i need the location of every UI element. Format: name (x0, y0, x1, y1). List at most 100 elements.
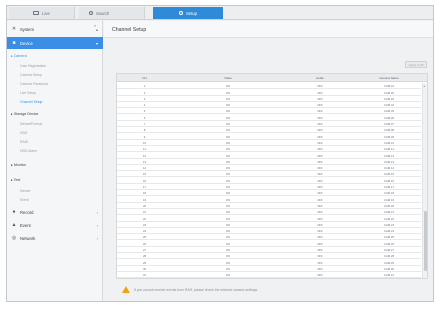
cell-video[interactable]: ON (172, 198, 284, 202)
cell-camera-name[interactable]: CAM 17 (356, 185, 422, 189)
cell-audio[interactable]: OFF (284, 91, 356, 95)
cell-audio[interactable]: OFF (284, 103, 356, 107)
cell-audio[interactable]: OFF (284, 160, 356, 164)
cell-video[interactable]: ON (172, 147, 284, 151)
cell-audio[interactable]: OFF (284, 128, 356, 132)
cell-camera-name[interactable]: CAM 25 (356, 235, 422, 239)
cell-audio[interactable]: OFF (284, 172, 356, 176)
cell-audio[interactable]: OFF (284, 198, 356, 202)
cell-camera-name[interactable]: CAM 02 (356, 91, 422, 95)
cell-video[interactable]: ON (172, 160, 284, 164)
sidebar-sub-cam-registration[interactable]: Cam Registration (20, 64, 46, 68)
sidebar-sub-hdd[interactable]: HDD (20, 131, 27, 135)
sidebar-sub-channel-setup[interactable]: Channel Setup (20, 100, 42, 104)
sidebar-sub-live-setup[interactable]: Live Setup (20, 91, 36, 95)
cell-audio[interactable]: OFF (284, 154, 356, 158)
cell-camera-name[interactable]: CAM 24 (356, 229, 422, 233)
cell-video[interactable]: ON (172, 128, 284, 132)
cell-camera-name[interactable]: CAM 11 (356, 147, 422, 151)
cell-video[interactable]: ON (172, 172, 284, 176)
cell-video[interactable]: ON (172, 191, 284, 195)
cell-video[interactable]: ON (172, 229, 284, 233)
cell-audio[interactable]: OFF (284, 204, 356, 208)
cell-camera-name[interactable]: CAM 29 (356, 261, 422, 265)
cell-camera-name[interactable]: CAM 27 (356, 248, 422, 252)
cell-video[interactable]: ON (172, 242, 284, 246)
sidebar-sub-text-device[interactable]: Device (20, 189, 30, 193)
cell-video[interactable]: ON (172, 261, 284, 265)
tab-search[interactable]: Search (79, 7, 145, 19)
sidebar-group-camera[interactable]: ▸ Camera (11, 54, 27, 58)
sidebar-group-monitor[interactable]: ▸ Monitor (11, 163, 26, 167)
table-scrollbar[interactable]: ▴ (422, 83, 427, 278)
sidebar-item-network[interactable]: ◎ Network › (7, 232, 103, 244)
cell-audio[interactable]: OFF (284, 229, 356, 233)
cell-audio[interactable]: OFF (284, 217, 356, 221)
cell-camera-name[interactable]: CAM 18 (356, 191, 422, 195)
collapse-icon[interactable]: « (94, 23, 96, 28)
cell-camera-name[interactable]: CAM 15 (356, 172, 422, 176)
apply-to-all-button[interactable]: Apply to All (405, 61, 427, 68)
cell-audio[interactable]: OFF (284, 109, 356, 113)
sidebar-group-text[interactable]: ▸ Text (11, 178, 20, 182)
cell-audio[interactable]: OFF (284, 210, 356, 214)
cell-camera-name[interactable]: CAM 31 (356, 273, 422, 277)
cell-audio[interactable]: OFF (284, 135, 356, 139)
cell-camera-name[interactable]: CAM 21 (356, 210, 422, 214)
cell-camera-name[interactable]: CAM 12 (356, 154, 422, 158)
cell-camera-name[interactable]: CAM 06 (356, 116, 422, 120)
sidebar-sub-device-format[interactable]: Device/Format (20, 122, 42, 126)
cell-audio[interactable]: OFF (284, 84, 356, 88)
cell-camera-name[interactable]: CAM 23 (356, 223, 422, 227)
cell-audio[interactable]: OFF (284, 242, 356, 246)
cell-audio[interactable]: OFF (284, 147, 356, 151)
cell-video[interactable]: ON (172, 97, 284, 101)
sidebar-sub-camera-setup[interactable]: Camera Setup (20, 73, 42, 77)
sidebar-sub-hdd-alarm[interactable]: HDD Alarm (20, 149, 37, 153)
scroll-up-icon[interactable]: ▴ (424, 84, 426, 88)
cell-video[interactable]: ON (172, 116, 284, 120)
cell-video[interactable]: ON (172, 141, 284, 145)
cell-video[interactable]: ON (172, 166, 284, 170)
table-row[interactable]: 31 ON OFF CAM 31 (117, 272, 421, 278)
cell-camera-name[interactable]: CAM 05 (356, 109, 422, 113)
sidebar-group-storage[interactable]: ▸ Storage Device (11, 112, 38, 116)
cell-video[interactable]: ON (172, 91, 284, 95)
sidebar-item-device[interactable]: ■ Device ▾ (7, 37, 103, 49)
cell-audio[interactable]: OFF (284, 254, 356, 258)
cell-camera-name[interactable]: CAM 20 (356, 204, 422, 208)
cell-video[interactable]: ON (172, 217, 284, 221)
cell-audio[interactable]: OFF (284, 116, 356, 120)
cell-camera-name[interactable]: CAM 04 (356, 103, 422, 107)
cell-audio[interactable]: OFF (284, 97, 356, 101)
cell-audio[interactable]: OFF (284, 248, 356, 252)
tab-setup[interactable]: Setup (153, 7, 223, 19)
cell-video[interactable]: ON (172, 204, 284, 208)
cell-video[interactable]: ON (172, 109, 284, 113)
cell-video[interactable]: ON (172, 122, 284, 126)
cell-camera-name[interactable]: CAM 07 (356, 122, 422, 126)
cell-video[interactable]: ON (172, 179, 284, 183)
cell-video[interactable]: ON (172, 103, 284, 107)
cell-camera-name[interactable]: CAM 08 (356, 128, 422, 132)
sidebar-item-system[interactable]: ✕ System ▴ (7, 23, 103, 35)
cell-audio[interactable]: OFF (284, 191, 356, 195)
cell-camera-name[interactable]: CAM 03 (356, 97, 422, 101)
cell-camera-name[interactable]: CAM 01 (356, 84, 422, 88)
tab-live[interactable]: Live (9, 7, 75, 19)
sidebar-sub-camera-password[interactable]: Camera Password (20, 82, 48, 86)
sidebar-sub-raid[interactable]: RAID (20, 140, 28, 144)
cell-video[interactable]: ON (172, 267, 284, 271)
cell-camera-name[interactable]: CAM 13 (356, 160, 422, 164)
cell-video[interactable]: ON (172, 154, 284, 158)
cell-camera-name[interactable]: CAM 26 (356, 242, 422, 246)
cell-audio[interactable]: OFF (284, 141, 356, 145)
cell-audio[interactable]: OFF (284, 179, 356, 183)
cell-audio[interactable]: OFF (284, 185, 356, 189)
cell-camera-name[interactable]: CAM 30 (356, 267, 422, 271)
cell-video[interactable]: ON (172, 235, 284, 239)
sidebar-item-record[interactable]: ● Record › (7, 206, 103, 218)
sidebar-item-event[interactable]: ▲ Event › (7, 219, 103, 231)
cell-audio[interactable]: OFF (284, 122, 356, 126)
cell-camera-name[interactable]: CAM 10 (356, 141, 422, 145)
